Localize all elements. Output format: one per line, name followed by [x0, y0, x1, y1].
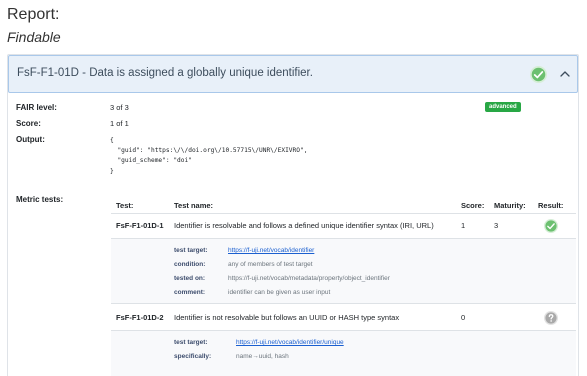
detail-label: test target: [174, 247, 208, 254]
row-2-test-id: FsF-F1-01D-2 [116, 313, 164, 322]
detail-label: condition: [174, 261, 206, 268]
question-circle-icon [544, 311, 558, 325]
metric-card-header[interactable]: FsF-F1-01D - Data is assigned a globally… [8, 55, 578, 93]
detail-value: identifier can be given as user input [228, 289, 331, 296]
output-code-line: { [110, 137, 114, 144]
table-divider [111, 213, 576, 214]
col-header-result: Result: [538, 201, 564, 210]
fair-level-label: FAIR level: [16, 103, 57, 112]
maturity-badge: advanced [485, 102, 521, 112]
row-1-test-id: FsF-F1-01D-1 [116, 221, 164, 230]
fair-level-value: 3 of 3 [110, 103, 129, 112]
row-1-test-name: Identifier is resolvable and follows a d… [174, 221, 434, 230]
table-divider [111, 303, 576, 304]
detail-label: specifically: [174, 353, 212, 360]
row-2-score: 0 [461, 313, 466, 322]
row-1-score: 1 [461, 221, 466, 230]
metric-card-title: FsF-F1-01D - Data is assigned a globally… [17, 67, 313, 79]
test-target-link[interactable]: https://f-uji.net/vocab/identifier [228, 247, 314, 254]
detail-value: https://f-uji.net/vocab/metadata/propert… [228, 275, 390, 282]
col-header-score: Score: [461, 201, 485, 210]
output-code-line: "guid": "https:\/\/doi.org\/10.57715\/UN… [110, 147, 308, 154]
score-label: Score: [16, 119, 41, 128]
detail-value: name→uuid, hash [236, 353, 289, 360]
output-code-line: "guid_scheme": "doi" [110, 157, 192, 164]
check-circle-icon [544, 219, 558, 233]
metric-card: FsF-F1-01D - Data is assigned a globally… [7, 54, 579, 376]
output-label: Output: [16, 135, 45, 144]
col-header-test: Test: [116, 201, 134, 210]
row-2-test-name: Identifier is not resolvable but follows… [174, 313, 400, 322]
score-value: 1 of 1 [110, 119, 129, 128]
report-title: Report: [7, 6, 60, 23]
detail-label: comment: [174, 289, 206, 296]
test-target-link[interactable]: https://f-uji.net/vocab/identifier/uniqu… [236, 339, 344, 346]
detail-value: any of members of test target [228, 261, 313, 268]
detail-label: tested on: [174, 275, 206, 282]
metric-tests-label: Metric tests: [16, 195, 64, 204]
chevron-up-icon[interactable] [558, 67, 572, 81]
col-header-maturity: Maturity: [494, 201, 526, 210]
col-header-test-name: Test name: [174, 201, 214, 210]
section-title: Findable [7, 29, 61, 45]
output-code-line: } [110, 168, 114, 175]
check-circle-icon [530, 66, 547, 83]
row-1-maturity: 3 [494, 221, 499, 230]
detail-label: test target: [174, 339, 208, 346]
